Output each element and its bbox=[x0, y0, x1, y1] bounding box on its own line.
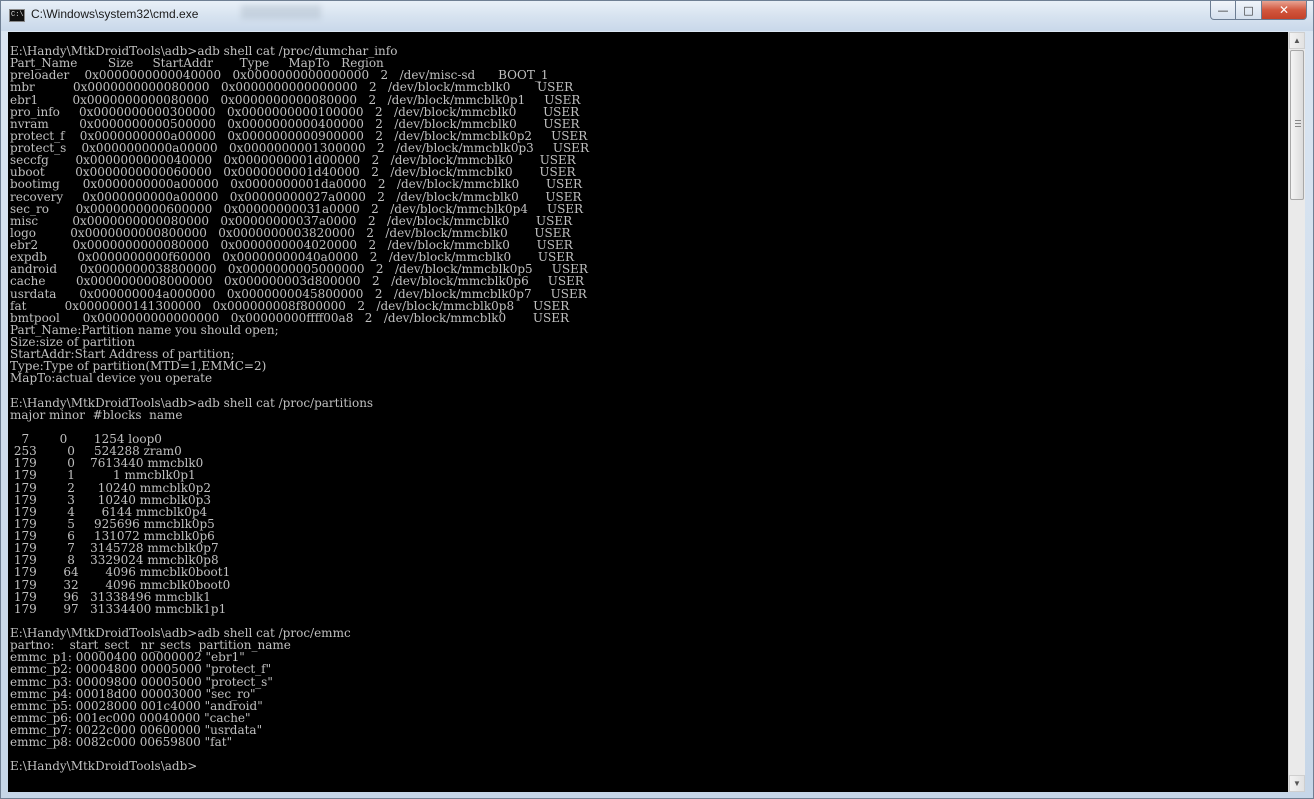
title-bar[interactable]: C:\ C:\Windows\system32\cmd.exe — □ ✕ bbox=[1, 1, 1313, 31]
close-button[interactable]: ✕ bbox=[1262, 1, 1307, 20]
vertical-scrollbar[interactable]: ▲ ▼ bbox=[1288, 32, 1305, 792]
scroll-up-arrow-icon: ▲ bbox=[1293, 36, 1301, 45]
console-text: E:\Handy\MtkDroidTools\adb>adb shell cat… bbox=[10, 44, 589, 774]
maximize-button[interactable]: □ bbox=[1236, 1, 1262, 20]
maximize-icon: □ bbox=[1243, 3, 1254, 17]
thumb-grip-line bbox=[1295, 120, 1301, 121]
minimize-button[interactable]: — bbox=[1210, 1, 1236, 20]
scroll-up-button[interactable]: ▲ bbox=[1289, 32, 1305, 49]
close-icon: ✕ bbox=[1278, 3, 1290, 17]
thumb-grip-line bbox=[1295, 126, 1301, 127]
title-blur-artifact bbox=[241, 5, 321, 19]
minimize-icon: — bbox=[1217, 3, 1229, 17]
console-output[interactable]: E:\Handy\MtkDroidTools\adb>adb shell cat… bbox=[8, 32, 1288, 792]
cmd-window: C:\ C:\Windows\system32\cmd.exe — □ ✕ E:… bbox=[0, 0, 1314, 799]
scroll-down-button[interactable]: ▼ bbox=[1289, 775, 1305, 792]
scrollbar-thumb[interactable] bbox=[1290, 50, 1304, 200]
scroll-down-arrow-icon: ▼ bbox=[1293, 779, 1301, 788]
cmd-icon-text: C:\ bbox=[11, 11, 24, 19]
cmd-icon[interactable]: C:\ bbox=[9, 9, 25, 22]
window-title: C:\Windows\system32\cmd.exe bbox=[31, 7, 199, 21]
thumb-grip-line bbox=[1295, 123, 1301, 124]
caption-buttons: — □ ✕ bbox=[1210, 1, 1307, 21]
